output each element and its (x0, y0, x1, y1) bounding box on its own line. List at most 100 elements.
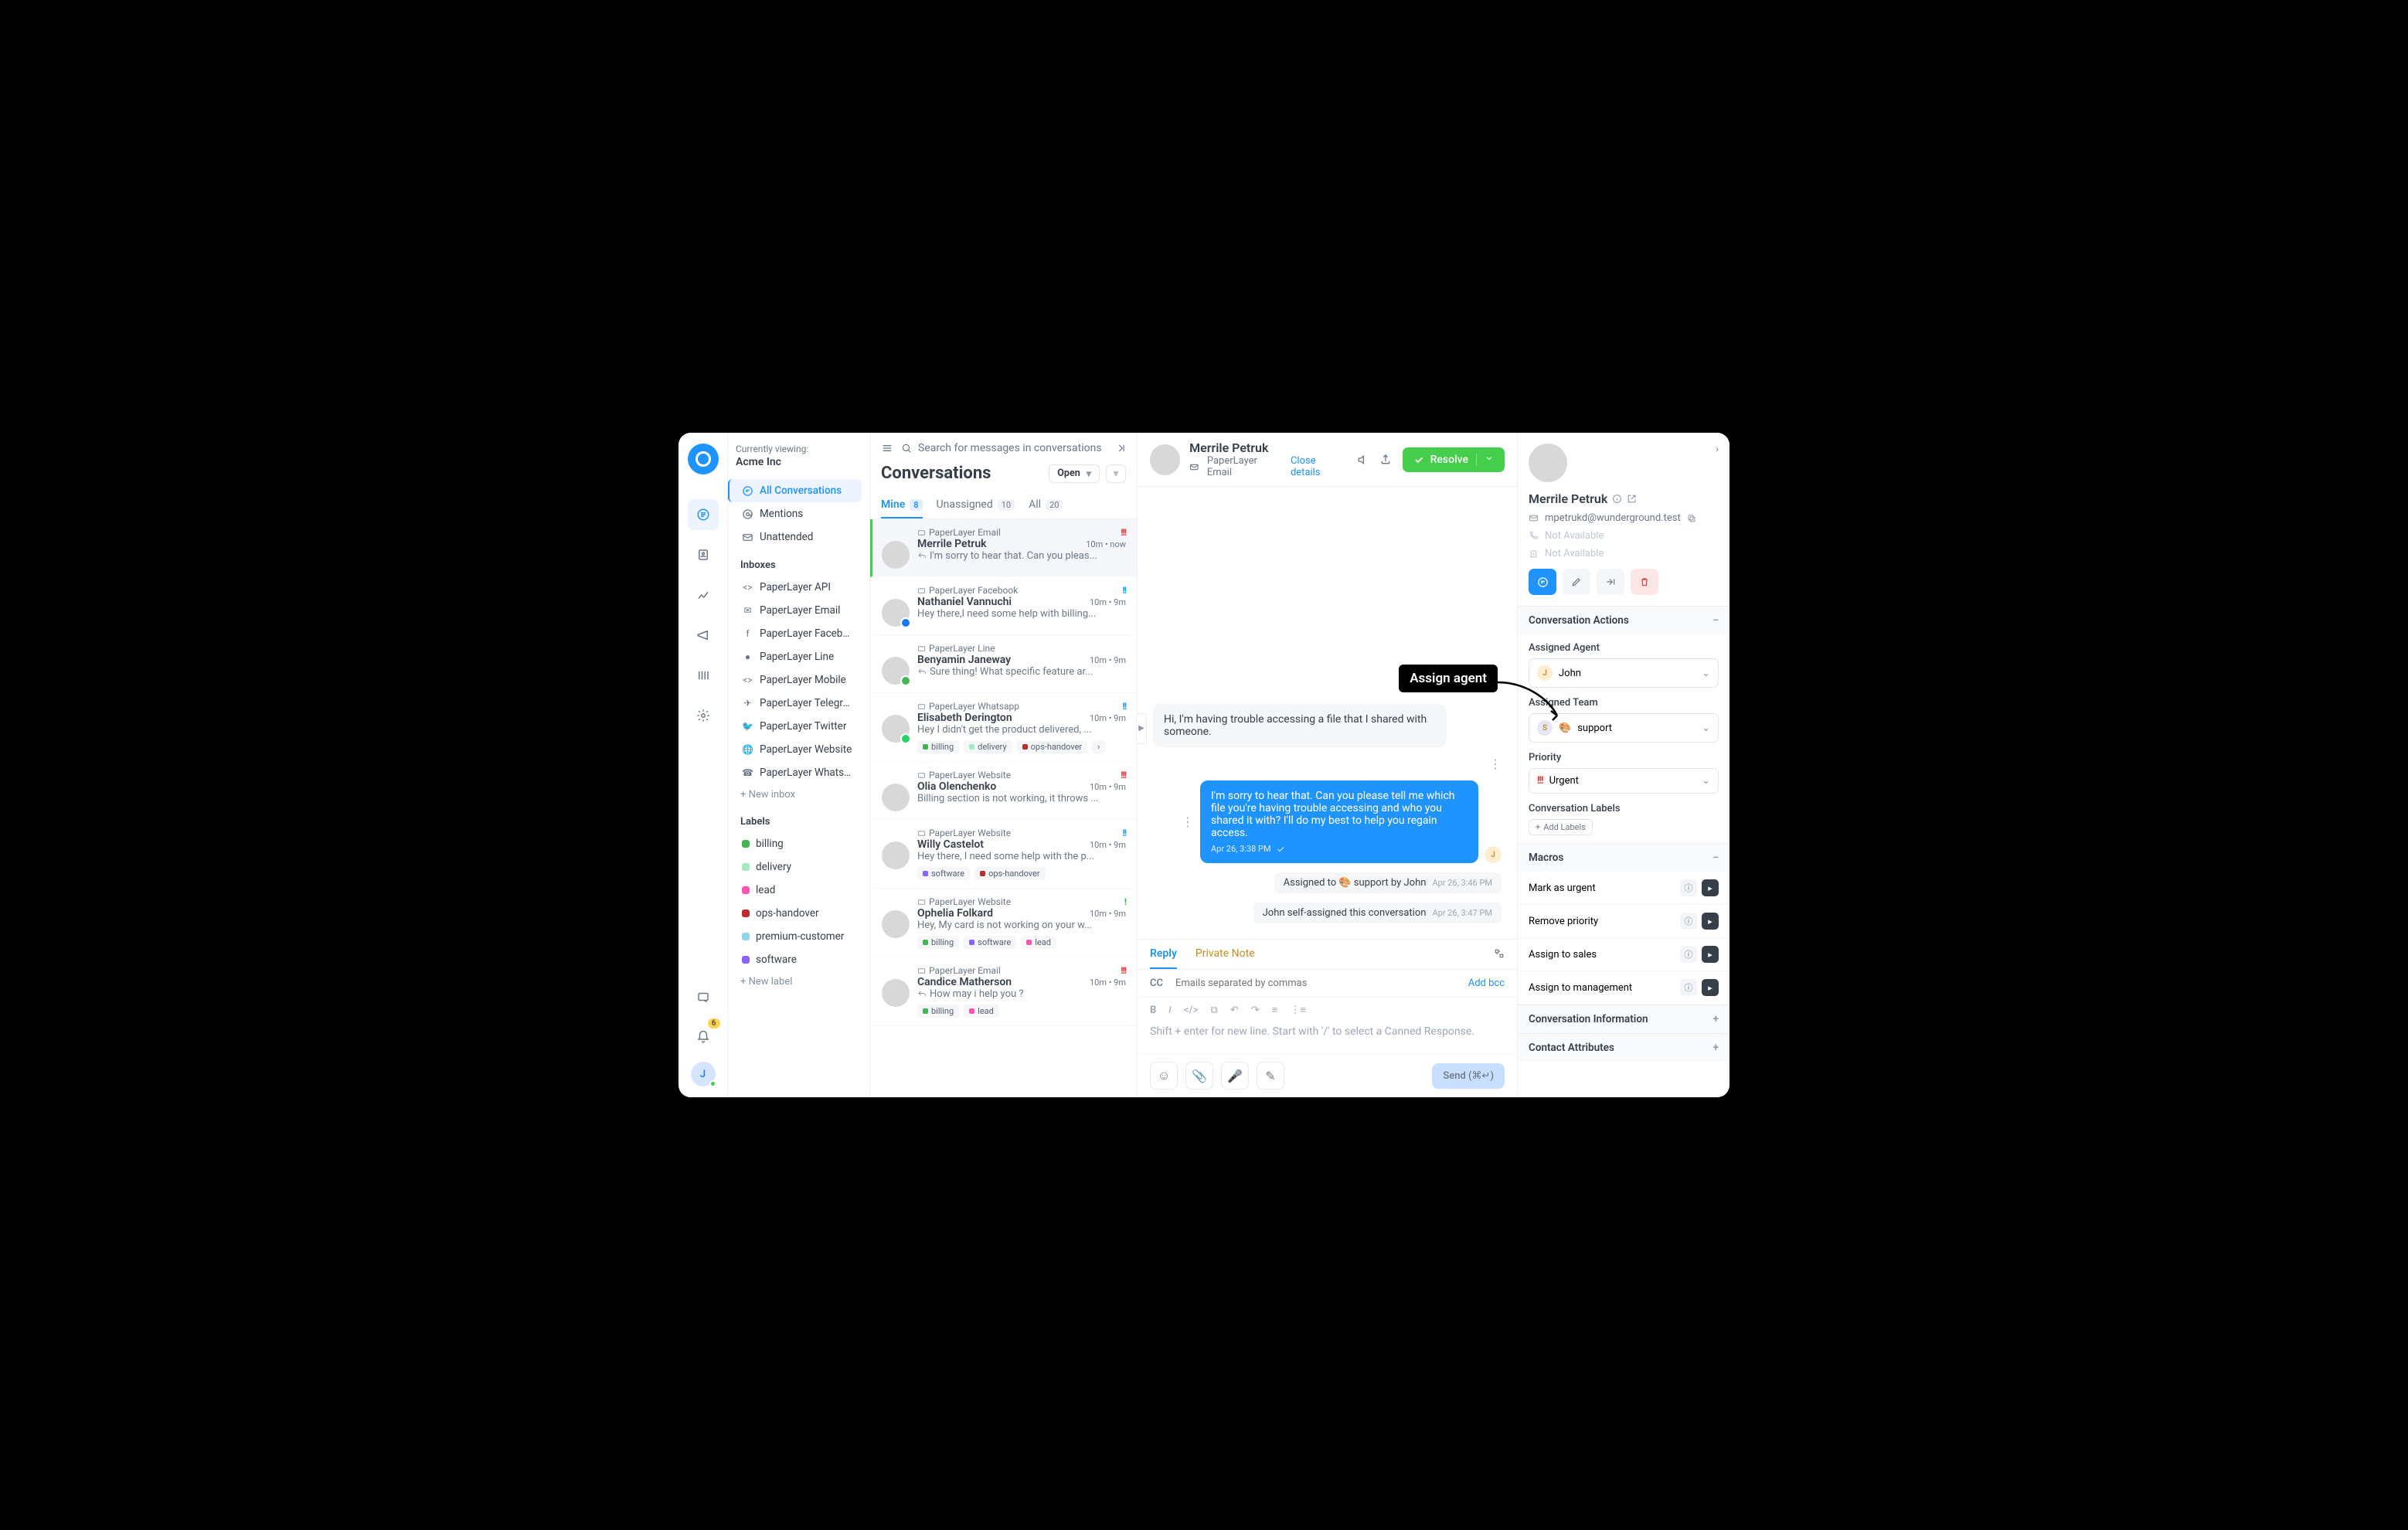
conversation-item[interactable]: PaperLayer Line Benyamin Janeway10m • 9m… (870, 635, 1137, 693)
message-menu-icon[interactable]: ⋮ (1489, 756, 1502, 771)
inbox-item[interactable]: fPaperLayer Facebo... (736, 622, 862, 645)
new-label-link[interactable]: + New label (736, 971, 862, 992)
conversation-item[interactable]: PaperLayer Website! Ophelia Folkard10m •… (870, 889, 1137, 957)
sidebar-all-conversations[interactable]: All Conversations (728, 479, 862, 502)
status-filter[interactable]: Open▾ (1049, 464, 1100, 483)
label-item[interactable]: software (736, 948, 862, 971)
macro-preview-icon[interactable]: ⓘ (1680, 913, 1697, 930)
delete-contact-button[interactable] (1631, 569, 1658, 595)
mute-icon[interactable] (1356, 454, 1369, 466)
close-details-link[interactable]: Close details (1291, 455, 1347, 478)
label-item[interactable]: premium-customer (736, 925, 862, 948)
nav-notifications[interactable]: 6 (688, 1022, 719, 1052)
signature-toggle-icon[interactable] (1494, 947, 1505, 962)
macro-preview-icon[interactable]: ⓘ (1680, 979, 1697, 996)
macro-run-icon[interactable]: ▸ (1702, 946, 1719, 963)
conversation-item[interactable]: PaperLayer Email!!! Candice Matherson10m… (870, 957, 1137, 1026)
add-bcc-link[interactable]: Add bcc (1468, 978, 1505, 989)
merge-contact-button[interactable] (1597, 569, 1624, 595)
conversation-actions-header[interactable]: Conversation Actions− (1518, 606, 1729, 634)
new-conversation-button[interactable] (1529, 569, 1556, 595)
inbox-item[interactable]: 🐦PaperLayer Twitter (736, 715, 862, 738)
sort-filter[interactable] (1106, 464, 1126, 483)
label-item[interactable]: ops-handover (736, 902, 862, 925)
label-item[interactable]: delivery (736, 855, 862, 879)
italic-button[interactable]: I (1168, 1005, 1171, 1016)
inbox-item[interactable]: <>PaperLayer API (736, 576, 862, 599)
macro-item[interactable]: Assign to managementⓘ▸ (1518, 971, 1729, 1005)
ol-button[interactable]: ⋮≡ (1290, 1004, 1306, 1016)
macro-item[interactable]: Assign to salesⓘ▸ (1518, 938, 1729, 971)
cc-input[interactable] (1175, 978, 1456, 989)
app-logo[interactable] (688, 444, 719, 474)
nav-help-center[interactable] (688, 660, 719, 691)
label-item[interactable]: billing (736, 832, 862, 855)
nav-conversations[interactable] (688, 499, 719, 530)
emoji-button[interactable]: ☺ (1150, 1062, 1178, 1090)
expand-details-handle[interactable]: ▶ (1136, 713, 1147, 744)
message-menu-icon[interactable]: ⋮ (1182, 814, 1194, 829)
conversation-tab[interactable]: Mine8 (881, 492, 923, 518)
private-note-tab[interactable]: Private Note (1195, 940, 1255, 969)
attach-button[interactable]: 📎 (1185, 1062, 1213, 1090)
contact-avatar[interactable] (1529, 444, 1567, 482)
edit-contact-button[interactable] (1563, 569, 1590, 595)
conversation-item[interactable]: PaperLayer Email!!! Merrile Petruk10m • … (870, 519, 1137, 577)
inbox-item[interactable]: ✉PaperLayer Email (736, 599, 862, 622)
nav-settings[interactable] (688, 700, 719, 731)
code-button[interactable]: </> (1184, 1005, 1199, 1016)
resolve-button[interactable]: Resolve (1403, 447, 1505, 472)
nav-contacts[interactable] (688, 539, 719, 570)
reply-editor[interactable]: Shift + enter for new line. Start with '… (1138, 1022, 1517, 1053)
conversation-info-header[interactable]: Conversation Information+ (1518, 1005, 1729, 1033)
inbox-item[interactable]: ☎PaperLayer Whatsa... (736, 761, 862, 784)
nav-campaigns[interactable] (688, 620, 719, 651)
reply-tab[interactable]: Reply (1150, 940, 1177, 969)
conversation-item[interactable]: PaperLayer Whatsapp!! Elisabeth Deringto… (870, 693, 1137, 762)
assigned-team-select[interactable]: S🎨 support ⌄ (1529, 713, 1719, 743)
copy-icon[interactable] (1687, 514, 1696, 523)
label-item[interactable]: lead (736, 879, 862, 902)
chevron-right-icon[interactable]: › (1716, 444, 1719, 455)
conversation-item[interactable]: PaperLayer Facebook!! Nathaniel Vannuchi… (870, 577, 1137, 635)
macro-preview-icon[interactable]: ⓘ (1680, 946, 1697, 963)
audio-button[interactable]: 🎤 (1221, 1062, 1249, 1090)
undo-button[interactable]: ↶ (1230, 1005, 1239, 1016)
macros-header[interactable]: Macros− (1518, 843, 1729, 872)
ai-button[interactable]: ✎ (1257, 1062, 1284, 1090)
nav-user-avatar[interactable]: J (691, 1062, 716, 1086)
link-button[interactable]: ⧉ (1211, 1005, 1218, 1016)
macro-run-icon[interactable]: ▸ (1702, 979, 1719, 996)
macro-run-icon[interactable]: ▸ (1702, 913, 1719, 930)
ul-button[interactable]: ≡ (1272, 1004, 1278, 1016)
bold-button[interactable]: B (1150, 1005, 1156, 1016)
send-button[interactable]: Send (⌘↵) (1432, 1063, 1505, 1089)
conversation-tab[interactable]: Unassigned10 (937, 492, 1015, 518)
conversation-item[interactable]: PaperLayer Website!!! Olia Olenchenko10m… (870, 762, 1137, 820)
share-icon[interactable] (1379, 454, 1392, 466)
contact-attributes-header[interactable]: Contact Attributes+ (1518, 1033, 1729, 1062)
conversation-item[interactable]: PaperLayer Website!! Willy Castelot10m •… (870, 820, 1137, 889)
new-inbox-link[interactable]: + New inbox (736, 784, 862, 805)
macro-item[interactable]: Mark as urgentⓘ▸ (1518, 872, 1729, 905)
hamburger-icon[interactable] (881, 442, 893, 454)
open-icon[interactable] (1627, 494, 1637, 504)
nav-docs[interactable] (688, 981, 719, 1012)
collapse-icon[interactable] (1115, 443, 1126, 454)
inbox-item[interactable]: ●PaperLayer Line (736, 645, 862, 668)
inbox-item[interactable]: 🌐PaperLayer Website (736, 738, 862, 761)
sidebar-mentions[interactable]: Mentions (736, 502, 862, 525)
nav-reports[interactable] (688, 580, 719, 610)
redo-button[interactable]: ↷ (1251, 1005, 1260, 1016)
macro-run-icon[interactable]: ▸ (1702, 879, 1719, 896)
priority-select[interactable]: !!!Urgent ⌄ (1529, 768, 1719, 794)
inbox-item[interactable]: <>PaperLayer Mobile (736, 668, 862, 692)
inbox-item[interactable]: ✈PaperLayer Telegram (736, 692, 862, 715)
macro-item[interactable]: Remove priorityⓘ▸ (1518, 905, 1729, 938)
org-name[interactable]: Acme Inc (736, 456, 862, 468)
header-avatar[interactable] (1150, 444, 1180, 475)
search-input[interactable]: Search for messages in conversations (901, 442, 1107, 454)
conversation-tab[interactable]: All20 (1029, 492, 1063, 518)
info-icon[interactable] (1612, 494, 1622, 504)
assigned-agent-select[interactable]: JJohn ⌄ (1529, 658, 1719, 688)
